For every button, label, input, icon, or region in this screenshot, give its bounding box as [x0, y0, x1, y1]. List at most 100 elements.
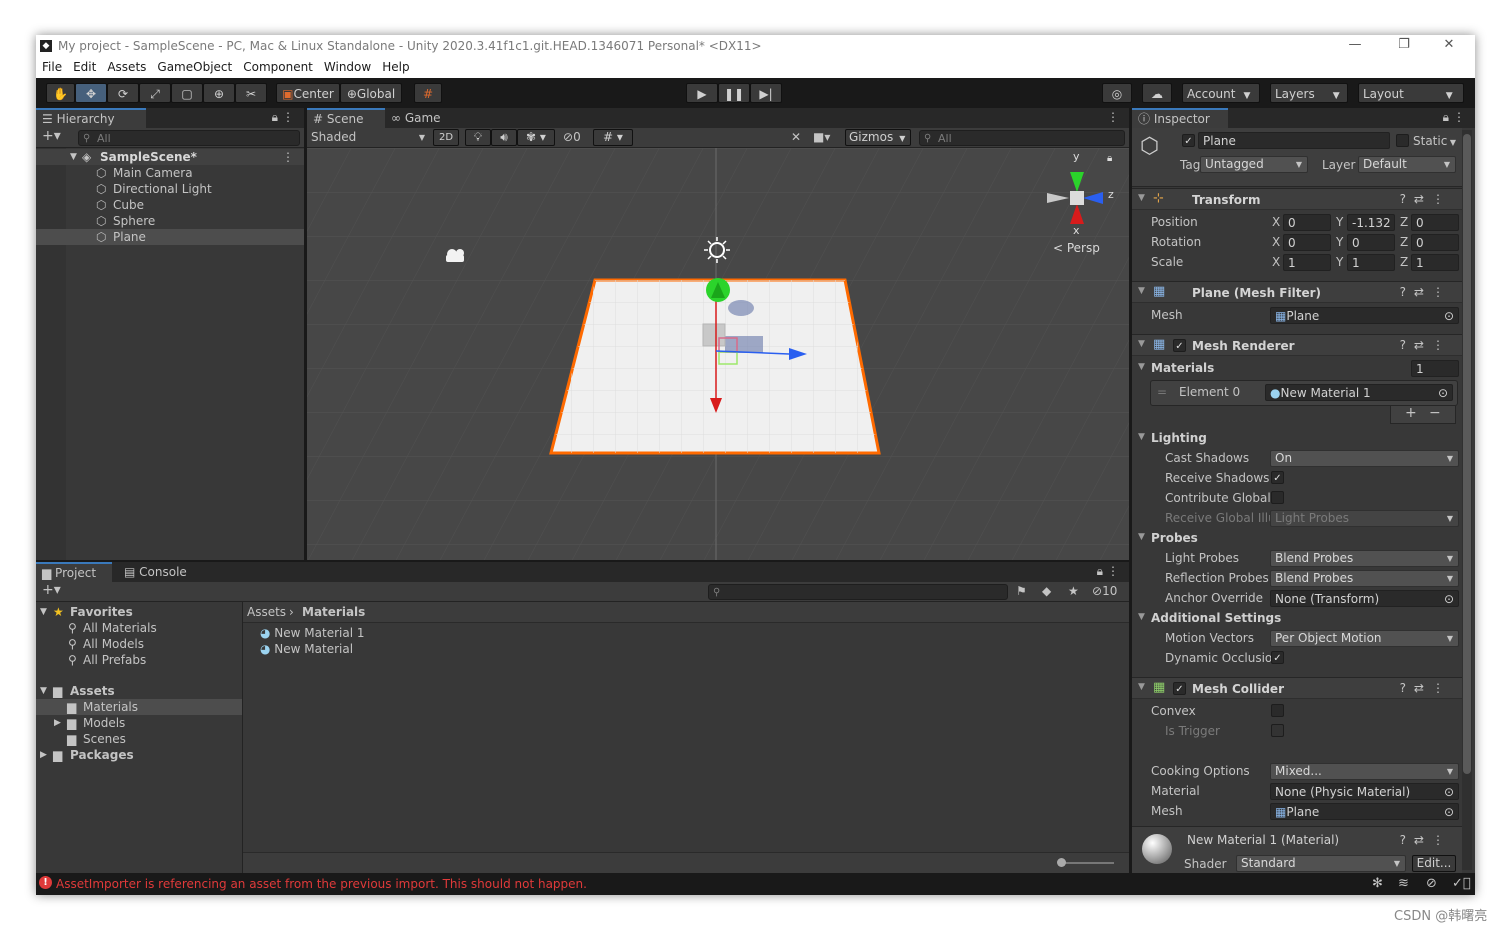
tools-icon[interactable]: ✕ — [791, 130, 801, 144]
scale-y-field[interactable]: 1 — [1347, 254, 1395, 271]
collab-icon[interactable]: ◎ — [1102, 83, 1132, 103]
probes-section[interactable]: ▼ Probes — [1132, 528, 1462, 548]
menu-edit[interactable]: Edit — [67, 57, 101, 74]
camera-icon[interactable]: ■▾ — [813, 130, 830, 144]
gizmo-lock-icon[interactable]: 🔒︎ — [1107, 153, 1112, 164]
tab-scene[interactable]: # Scene — [307, 108, 385, 128]
more-icon[interactable]: ⋮ — [1453, 110, 1465, 124]
collab-status-icon[interactable]: ✓⃝ — [1452, 876, 1471, 891]
mesh-collider-header[interactable]: ▼ ▦ ✓ Mesh Collider ?⇄⋮ — [1132, 677, 1462, 699]
grid-visibility-icon[interactable]: # ▾ — [593, 129, 633, 146]
zoom-slider-thumb[interactable] — [1057, 858, 1066, 867]
reflection-probes-dropdown[interactable]: Blend Probes — [1270, 570, 1459, 587]
breadcrumb-materials[interactable]: Materials — [302, 605, 365, 619]
hand-tool-icon[interactable]: ✋ — [46, 83, 75, 103]
drag-handle-icon[interactable]: = — [1157, 385, 1167, 399]
status-error-message[interactable]: AssetImporter is referencing an asset fr… — [56, 877, 587, 891]
mesh-field[interactable]: ▦Plane ⊙ — [1270, 307, 1459, 324]
rotation-y-field[interactable]: 0 — [1347, 234, 1395, 251]
tab-inspector[interactable]: ⓘ Inspector — [1132, 108, 1228, 128]
menu-assets[interactable]: Assets — [101, 57, 151, 74]
scene-search-input[interactable]: ⚲ All — [919, 130, 1125, 146]
tab-project[interactable]: ▆ Project — [36, 562, 112, 582]
component-tools[interactable]: ?⇄⋮ — [1400, 681, 1452, 695]
scene-menu-icon[interactable]: ⋮ — [282, 149, 294, 165]
hidden-objects-toggle[interactable]: ⊘0 — [563, 130, 581, 144]
restore-button[interactable]: ❐ — [1381, 37, 1427, 52]
asset-file-item[interactable]: ◕ New Material 1 — [260, 625, 560, 641]
favorite-star-icon[interactable]: ★ — [1068, 584, 1079, 598]
lock-icon[interactable]: 🔒︎ — [1443, 110, 1449, 125]
more-icon[interactable]: ⋮ — [1107, 110, 1119, 124]
scale-z-field[interactable]: 1 — [1411, 254, 1459, 271]
breadcrumb-assets[interactable]: Assets — [247, 605, 286, 619]
menu-gameobject[interactable]: GameObject — [151, 57, 237, 74]
auto-generate-lighting-icon[interactable]: ⊘ — [1426, 876, 1437, 891]
tree-item-selected[interactable]: ▆ Materials — [36, 699, 242, 715]
position-y-field[interactable]: -1.132 — [1347, 214, 1395, 231]
component-tools[interactable]: ?⇄⋮ — [1400, 285, 1452, 299]
receive-shadows-checkbox[interactable]: ✓ — [1271, 471, 1284, 484]
menu-window[interactable]: Window — [318, 57, 376, 74]
layout-dropdown[interactable]: Layout ▼ — [1358, 83, 1464, 103]
pivot-center-button[interactable]: ▣Center — [276, 83, 340, 103]
tree-item[interactable]: ▆ Scenes — [36, 731, 242, 747]
hierarchy-search-input[interactable]: ⚲ All — [78, 130, 300, 146]
materials-section[interactable]: ▼ Materials 1 — [1132, 358, 1462, 378]
tab-game[interactable]: ∞ Game — [385, 108, 455, 128]
active-checkbox[interactable]: ✓ — [1182, 134, 1195, 147]
menu-help[interactable]: Help — [376, 57, 414, 74]
materials-count-field[interactable]: 1 — [1411, 360, 1459, 377]
lock-icon[interactable]: 🔒︎ — [1097, 564, 1103, 579]
rect-tool-icon[interactable]: ▢ — [171, 83, 203, 103]
static-checkbox[interactable] — [1396, 134, 1409, 147]
scene-root-row[interactable]: ▼ ◈ SampleScene* ⋮ — [36, 149, 304, 165]
component-tools[interactable]: ?⇄⋮ — [1400, 338, 1452, 352]
zoom-slider[interactable] — [1058, 862, 1114, 864]
close-button[interactable]: ✕ — [1426, 37, 1472, 52]
position-z-field[interactable]: 0 — [1411, 214, 1459, 231]
component-tools[interactable]: ?⇄⋮ — [1400, 833, 1452, 847]
cooking-options-dropdown[interactable]: Mixed... — [1270, 763, 1459, 780]
light-probes-dropdown[interactable]: Blend Probes — [1270, 550, 1459, 567]
create-icon[interactable]: +▾ — [42, 582, 61, 598]
shader-dropdown[interactable]: Standard — [1236, 855, 1406, 872]
enabled-checkbox[interactable]: ✓ — [1173, 682, 1186, 695]
scale-x-field[interactable]: 1 — [1283, 254, 1331, 271]
position-x-field[interactable]: 0 — [1283, 214, 1331, 231]
rotation-x-field[interactable]: 0 — [1283, 234, 1331, 251]
rotation-z-field[interactable]: 0 — [1411, 234, 1459, 251]
lighting-icon[interactable]: 💡︎ — [465, 129, 491, 146]
more-icon[interactable]: ⋮ — [1107, 564, 1119, 578]
mode-2d-button[interactable]: 2D — [433, 129, 459, 146]
custom-tool-icon[interactable]: ✂ — [235, 83, 267, 103]
hidden-packages-toggle[interactable]: ⊘10 — [1092, 584, 1117, 598]
filter-label-icon[interactable]: ◆ — [1042, 584, 1051, 598]
packages-row[interactable]: ▶ ▆ Packages — [36, 747, 242, 763]
shading-dropdown[interactable]: Shaded ▼ — [311, 130, 425, 144]
static-dropdown[interactable]: Static ▼ — [1413, 134, 1456, 148]
account-dropdown[interactable]: Account ▼ — [1182, 83, 1260, 103]
rotate-tool-icon[interactable]: ⟳ — [107, 83, 139, 103]
move-tool-icon[interactable]: ✥ — [75, 83, 107, 103]
step-button[interactable]: ▶| — [750, 83, 782, 103]
asset-file-item[interactable]: ◕ New Material — [260, 641, 560, 657]
tab-console[interactable]: ▤ Console — [118, 562, 198, 582]
convex-checkbox[interactable] — [1271, 704, 1284, 717]
pause-button[interactable]: ❚❚ — [718, 83, 750, 103]
motion-vectors-dropdown[interactable]: Per Object Motion — [1270, 630, 1459, 647]
collider-material-field[interactable]: None (Physic Material) ⊙ — [1270, 783, 1459, 800]
filter-type-icon[interactable]: ⚑ — [1016, 584, 1027, 598]
collider-mesh-field[interactable]: ▦Plane ⊙ — [1270, 803, 1459, 820]
tree-item[interactable]: ▶ ▆ Models — [36, 715, 242, 731]
anchor-override-field[interactable]: None (Transform) ⊙ — [1270, 590, 1459, 607]
cast-shadows-dropdown[interactable]: On — [1270, 450, 1459, 467]
minimize-button[interactable]: — — [1332, 37, 1378, 52]
hierarchy-item[interactable]: ⬡ Sphere — [36, 213, 304, 229]
lock-icon[interactable]: 🔒︎ — [272, 110, 278, 125]
pivot-global-button[interactable]: ⊕Global — [340, 83, 402, 103]
scrollbar-thumb[interactable] — [1463, 134, 1471, 774]
mesh-filter-header[interactable]: ▼ ▦ Plane (Mesh Filter) ?⇄⋮ — [1132, 281, 1462, 303]
gizmos-dropdown[interactable]: Gizmos ▼ — [845, 129, 911, 146]
tab-hierarchy[interactable]: ☰ Hierarchy — [36, 108, 146, 128]
